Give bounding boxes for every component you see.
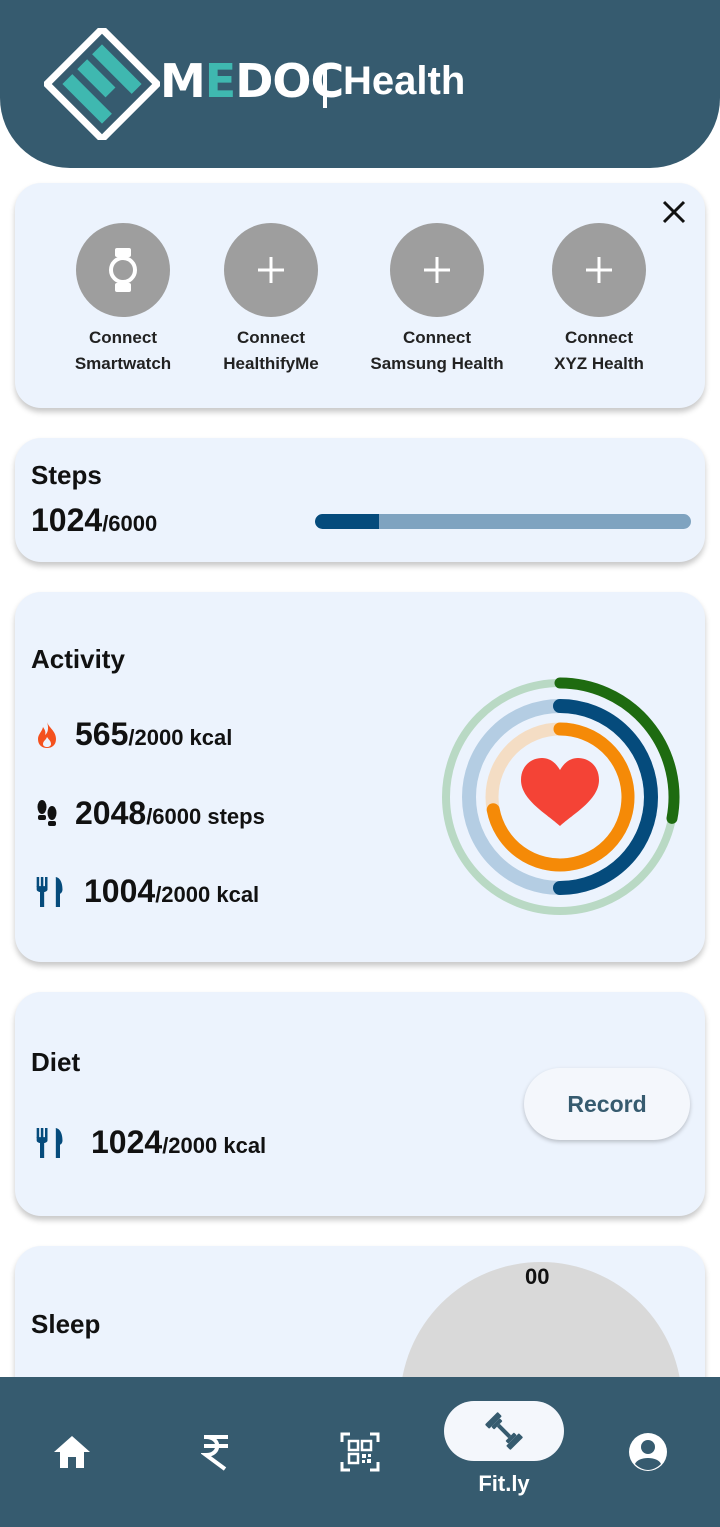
- steps-current: 1024: [31, 502, 103, 538]
- plus-icon: [224, 223, 318, 317]
- activity-card[interactable]: Activity 565/2000 kcal 2048/6000 steps 1…: [15, 592, 705, 962]
- connect-apps-card: Connect Smartwatch Connect HealthifyMe C…: [15, 183, 705, 408]
- diet-title: Diet: [31, 1047, 81, 1077]
- diet-value: 1024: [91, 1124, 163, 1160]
- plus-icon: [390, 223, 484, 317]
- brand-subtitle: Health: [343, 59, 466, 103]
- activity-value: 565: [75, 716, 129, 752]
- bottom-navigation: Fit.ly: [0, 1377, 720, 1527]
- connect-label-line2: Smartwatch: [74, 354, 172, 373]
- home-icon: [54, 1436, 90, 1468]
- heart-icon: [521, 758, 599, 826]
- flame-icon: [35, 717, 65, 753]
- connect-smartwatch-button[interactable]: Connect Smartwatch: [38, 223, 208, 377]
- nav-scan-button[interactable]: [318, 1377, 402, 1527]
- sleep-title: Sleep: [31, 1309, 101, 1339]
- activity-calories-burned-row: 565/2000 kcal: [35, 716, 232, 753]
- medoc-logo-icon: [44, 28, 160, 140]
- diet-calories-row: 1024/2000 kcal: [35, 1124, 266, 1161]
- brand-divider: [323, 66, 327, 108]
- steps-progress-bar: [315, 514, 691, 529]
- steps-goal: /6000: [102, 511, 158, 536]
- connect-label-line1: Connect: [403, 328, 471, 347]
- brand-name: MEDOC: [160, 54, 344, 108]
- activity-steps-row: 2048/6000 steps: [35, 795, 265, 832]
- activity-title: Activity: [31, 644, 125, 674]
- steps-value: 1024/6000: [31, 502, 157, 539]
- steps-title: Steps: [31, 460, 102, 490]
- qr-scan-icon: [340, 1432, 380, 1472]
- dumbbell-icon: [485, 1412, 523, 1450]
- connect-label-line2: Samsung Health: [370, 354, 504, 373]
- profile-icon: [629, 1433, 667, 1471]
- activity-unit: /2000 kcal: [128, 725, 233, 750]
- watch-icon: [76, 223, 170, 317]
- nav-home-button[interactable]: [30, 1377, 114, 1527]
- nav-fitly-button[interactable]: [444, 1401, 564, 1461]
- connect-label-line2: XYZ Health: [554, 354, 644, 373]
- connect-samsung-health-button[interactable]: Connect Samsung Health: [352, 223, 522, 377]
- record-button[interactable]: Record: [524, 1068, 690, 1140]
- connect-label-line2: HealthifyMe: [223, 354, 319, 373]
- utensils-icon: [35, 1125, 65, 1161]
- nav-fitly-label[interactable]: Fit.ly: [444, 1471, 564, 1497]
- rupee-icon: [201, 1435, 228, 1471]
- plus-icon: [552, 223, 646, 317]
- sleep-dial-label: 00: [525, 1264, 550, 1289]
- activity-calories-consumed-row: 1004/2000 kcal: [35, 873, 259, 910]
- activity-value: 2048: [75, 795, 147, 831]
- activity-unit: /6000 steps: [146, 804, 265, 829]
- nav-payments-button[interactable]: [174, 1377, 258, 1527]
- steps-card[interactable]: Steps 1024/6000: [15, 438, 705, 562]
- activity-rings-chart: [442, 677, 680, 915]
- diet-card[interactable]: Diet 1024/2000 kcal Record: [15, 992, 705, 1216]
- connect-healthifyme-button[interactable]: Connect HealthifyMe: [186, 223, 356, 377]
- connect-label-line1: Connect: [565, 328, 633, 347]
- diet-unit: /2000 kcal: [162, 1133, 267, 1158]
- activity-value: 1004: [84, 873, 156, 909]
- utensils-icon: [35, 874, 65, 910]
- nav-profile-button[interactable]: [606, 1377, 690, 1527]
- connect-label-line1: Connect: [237, 328, 305, 347]
- activity-unit: /2000 kcal: [155, 882, 260, 907]
- steps-progress-fill: [315, 514, 379, 529]
- connect-xyz-health-button[interactable]: Connect XYZ Health: [514, 223, 684, 377]
- footsteps-icon: [35, 796, 65, 832]
- app-header: MEDOC Health: [0, 0, 720, 168]
- connect-label-line1: Connect: [89, 328, 157, 347]
